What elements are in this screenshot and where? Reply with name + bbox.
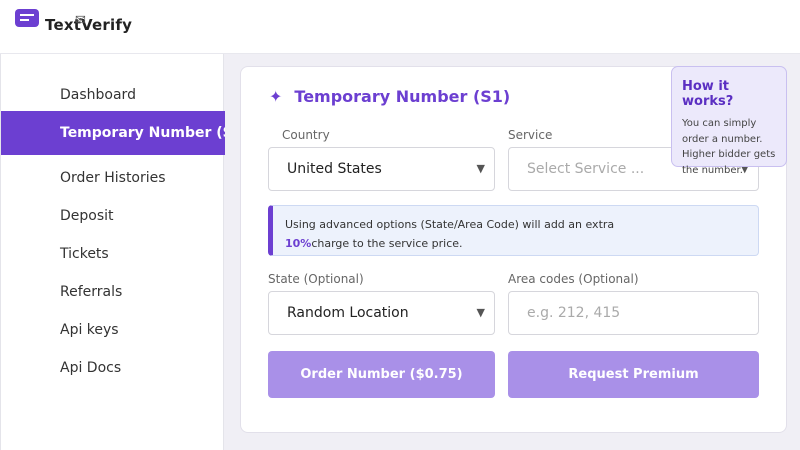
sidebar-item-referrals[interactable]: Referrals — [1, 273, 225, 311]
chevron-down-icon: ▼ — [476, 306, 485, 319]
state-select[interactable]: Random Location ▼ — [268, 291, 495, 335]
advanced-options-notice: Using advanced options (State/Area Code)… — [268, 205, 759, 256]
help-title: How it works? — [682, 79, 734, 109]
page-title-text: Temporary Number (S1) — [294, 87, 511, 106]
order-number-button[interactable]: Order Number ($0.75) — [268, 351, 495, 398]
notice-suffix: charge to the service price. — [311, 237, 463, 250]
sidebar-item-temporary-number[interactable]: Temporary Number (S1) — [1, 111, 225, 155]
sidebar-item-deposit[interactable]: Deposit — [1, 197, 225, 235]
state-label: State (Optional) — [268, 272, 364, 286]
sidebar-item-api-docs[interactable]: Api Docs — [1, 349, 225, 387]
service-label: Service — [508, 128, 553, 142]
notice-highlight: 10% — [285, 237, 312, 250]
area-codes-input[interactable]: e.g. 212, 415 — [508, 291, 759, 335]
sidebar-item-order-histories[interactable]: Order Histories — [1, 159, 225, 197]
sidebar-item-tickets[interactable]: Tickets — [1, 235, 225, 273]
sparkle-icon: ✦ — [269, 87, 283, 106]
notice-text: Using advanced options (State/Area Code)… — [285, 218, 615, 231]
service-placeholder: Select Service ... — [527, 161, 645, 177]
sidebar-item-api-keys[interactable]: Api keys — [1, 311, 225, 349]
state-value: Random Location — [287, 305, 409, 321]
country-select[interactable]: United States ▼ — [268, 147, 495, 191]
page-title: ✦ Temporary Number (S1) — [269, 87, 510, 106]
chevron-down-icon: ▼ — [476, 162, 485, 175]
country-label: Country — [282, 128, 330, 142]
top-bar: TextVerify ✉ — [0, 0, 800, 54]
area-codes-placeholder: e.g. 212, 415 — [527, 305, 621, 321]
brand-name[interactable]: TextVerify — [45, 16, 132, 34]
logo-icon[interactable] — [15, 9, 39, 27]
envelope-icon: ✉ — [75, 13, 86, 28]
sidebar-item-dashboard[interactable]: Dashboard — [1, 76, 225, 114]
help-text: You can simply order a number. Higher bi… — [682, 118, 776, 176]
sidebar: Dashboard Temporary Number (S1) Order Hi… — [0, 54, 225, 450]
country-value: United States — [287, 161, 382, 177]
area-codes-label: Area codes (Optional) — [508, 272, 639, 286]
request-premium-button[interactable]: Request Premium — [508, 351, 759, 398]
help-box: How it works? You can simply order a num… — [671, 66, 787, 176]
